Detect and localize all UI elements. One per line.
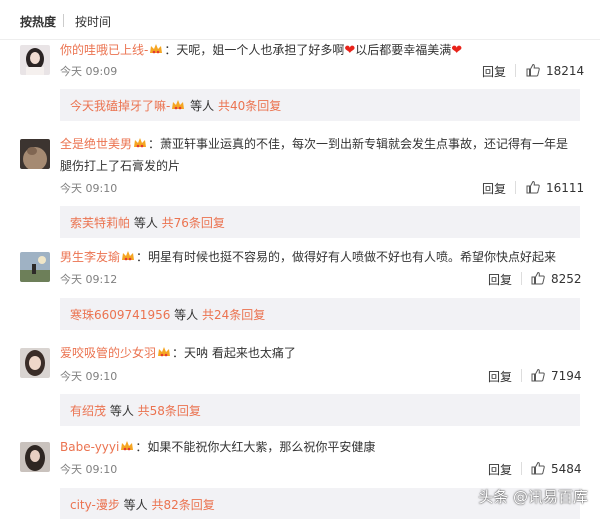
comment-username[interactable]: 全是绝世美男 bbox=[60, 137, 132, 151]
reply-username[interactable]: city-漫步 bbox=[70, 498, 120, 512]
comment-body: ：明星有时候也挺不容易的，做得好有人喷做不好也有人喷。希望你快点好起来 bbox=[136, 250, 557, 264]
vip-crown-icon bbox=[133, 137, 147, 149]
like-button[interactable]: 18214 bbox=[526, 63, 584, 78]
view-replies-link[interactable]: 共58条回复 bbox=[138, 404, 201, 418]
reply-username[interactable]: 索芙特莉帕 bbox=[70, 216, 130, 230]
avatar[interactable] bbox=[20, 139, 50, 169]
vip-crown-icon bbox=[149, 43, 163, 55]
reply-button[interactable]: 回复 bbox=[488, 368, 512, 385]
reply-username[interactable]: 寒珠6609741956 bbox=[70, 308, 170, 322]
comment-body-cont: 以后都要幸福美满 bbox=[355, 43, 452, 57]
reply-button[interactable]: 回复 bbox=[488, 461, 512, 478]
view-replies-link[interactable]: 共82条回复 bbox=[152, 498, 215, 512]
vip-crown-icon bbox=[121, 250, 135, 262]
like-button[interactable]: 8252 bbox=[531, 271, 582, 286]
action-divider bbox=[515, 64, 516, 77]
comment-username[interactable]: 爱咬吸管的少女羽 bbox=[60, 346, 156, 360]
like-count: 8252 bbox=[551, 272, 582, 286]
sort-tabs: 按热度 按时间 bbox=[0, 0, 600, 40]
comment-text: 你的哇哦已上线- ：天呢，姐一个人也承担了好多啊❤以后都要幸福美满❤ bbox=[60, 39, 575, 62]
comment-username[interactable]: 你的哇哦已上线- bbox=[60, 43, 148, 57]
avatar[interactable] bbox=[20, 252, 50, 282]
like-button[interactable]: 16111 bbox=[526, 180, 584, 195]
comment-username[interactable]: Babe-yyyi bbox=[60, 440, 119, 454]
vip-crown-icon bbox=[120, 440, 134, 452]
reply-username[interactable]: 今天我磕掉牙了嘛- bbox=[70, 99, 170, 113]
avatar[interactable] bbox=[20, 442, 50, 472]
reply-summary[interactable]: 有绍茂 等人 共58条回复 bbox=[60, 394, 580, 426]
reply-username[interactable]: 有绍茂 bbox=[70, 404, 106, 418]
reply-summary[interactable]: 索芙特莉帕 等人 共76条回复 bbox=[60, 206, 580, 238]
view-replies-link[interactable]: 共40条回复 bbox=[218, 99, 281, 113]
avatar[interactable] bbox=[20, 348, 50, 378]
thumbs-up-icon bbox=[531, 461, 545, 475]
action-divider bbox=[515, 181, 516, 194]
thumbs-up-icon bbox=[526, 180, 540, 194]
thumbs-up-icon bbox=[531, 368, 545, 382]
comment-time: 今天 09:10 bbox=[60, 370, 118, 383]
reply-button[interactable]: 回复 bbox=[482, 180, 506, 197]
reply-summary-text: 等人 bbox=[170, 308, 202, 322]
vip-crown-icon bbox=[171, 99, 185, 111]
reply-button[interactable]: 回复 bbox=[482, 63, 506, 80]
heart-icon: ❤ bbox=[451, 43, 463, 58]
like-count: 18214 bbox=[546, 64, 585, 78]
watermark: 头条 @讯易百库 bbox=[478, 488, 588, 506]
reply-summary-text: 等人 bbox=[106, 404, 138, 418]
view-replies-link[interactable]: 共76条回复 bbox=[162, 216, 225, 230]
comment-text: 全是绝世美男 ：萧亚轩事业运真的不佳，每次一到出新专辑就会发生点事故，还记得有一年… bbox=[60, 133, 575, 177]
tab-time[interactable]: 按时间 bbox=[75, 13, 111, 30]
reply-summary[interactable]: 今天我磕掉牙了嘛- 等人 共40条回复 bbox=[60, 89, 580, 121]
thumbs-up-icon bbox=[531, 271, 545, 285]
comment-body: ：天呐 看起来也太痛了 bbox=[172, 346, 296, 360]
thumbs-up-icon bbox=[526, 63, 540, 77]
like-count: 16111 bbox=[546, 181, 585, 195]
like-button[interactable]: 5484 bbox=[531, 461, 582, 476]
comment-time: 今天 09:10 bbox=[60, 182, 118, 195]
action-divider bbox=[521, 462, 522, 475]
reply-summary-text: 等人 bbox=[130, 216, 162, 230]
reply-summary-text: 等人 bbox=[119, 498, 152, 512]
view-replies-link[interactable]: 共24条回复 bbox=[202, 308, 265, 322]
heart-icon: ❤ bbox=[344, 43, 356, 58]
action-divider bbox=[521, 272, 522, 285]
reply-button[interactable]: 回复 bbox=[488, 271, 512, 288]
comment-time: 今天 09:09 bbox=[60, 65, 118, 78]
comment-text: 爱咬吸管的少女羽 ：天呐 看起来也太痛了 bbox=[60, 342, 575, 364]
comment-body: ：天呢，姐一个人也承担了好多啊 bbox=[164, 43, 345, 57]
like-count: 7194 bbox=[551, 369, 582, 383]
avatar[interactable] bbox=[20, 45, 50, 75]
comment-time: 今天 09:12 bbox=[60, 273, 118, 286]
like-button[interactable]: 7194 bbox=[531, 368, 582, 383]
action-divider bbox=[521, 369, 522, 382]
tab-hot[interactable]: 按热度 bbox=[20, 13, 56, 30]
comment-body: ：如果不能祝你大红大紫，那么祝你平安健康 bbox=[135, 440, 376, 454]
tab-divider bbox=[63, 14, 64, 27]
comment-time: 今天 09:10 bbox=[60, 463, 118, 476]
like-count: 5484 bbox=[551, 462, 582, 476]
reply-summary-text: 等人 bbox=[186, 99, 218, 113]
comment-text: 男生李友瑜 ：明星有时候也挺不容易的，做得好有人喷做不好也有人喷。希望你快点好起来 bbox=[60, 246, 575, 268]
comment-username[interactable]: 男生李友瑜 bbox=[60, 250, 120, 264]
vip-crown-icon bbox=[157, 346, 171, 358]
reply-summary[interactable]: 寒珠6609741956 等人 共24条回复 bbox=[60, 298, 580, 330]
comment-text: Babe-yyyi ：如果不能祝你大红大紫，那么祝你平安健康 bbox=[60, 436, 575, 458]
